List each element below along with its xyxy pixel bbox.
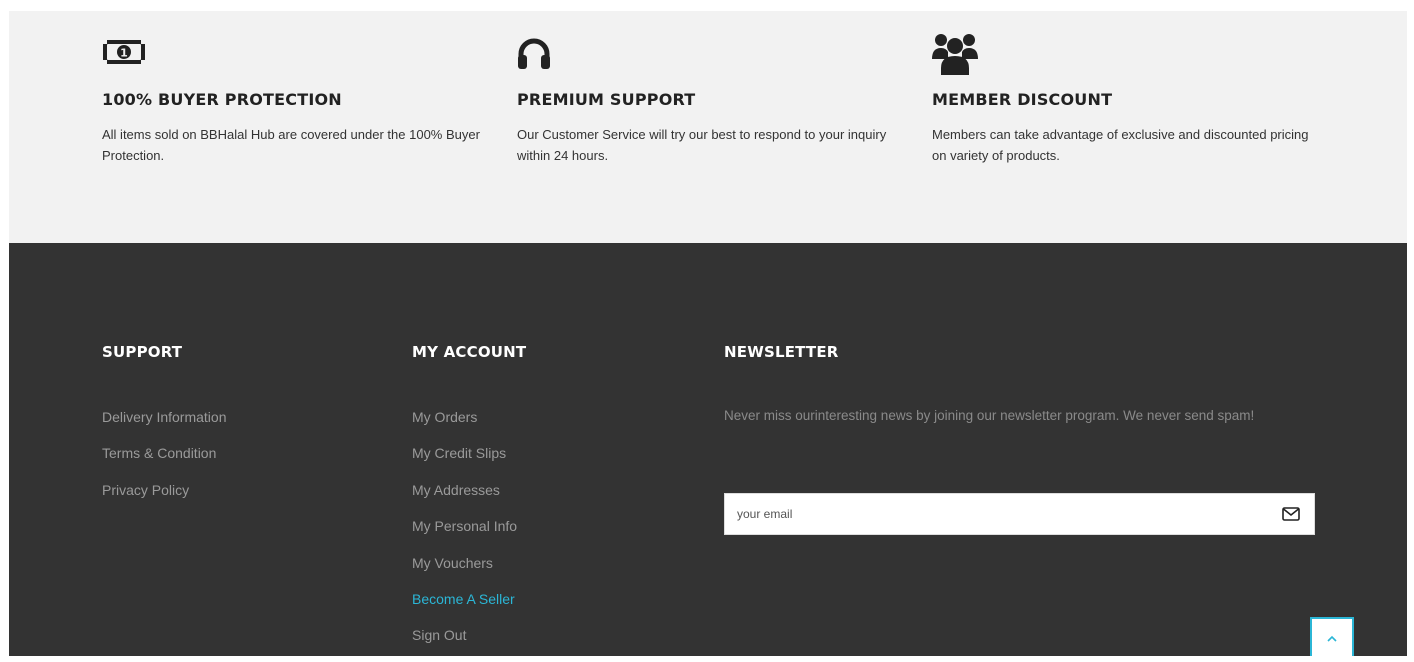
privacy-policy-link[interactable]: Privacy Policy	[102, 482, 189, 498]
envelope-icon[interactable]	[1282, 506, 1300, 522]
newsletter-form	[724, 493, 1315, 535]
list-item: My Addresses	[412, 480, 517, 516]
list-item: My Credit Slips	[412, 443, 517, 479]
money-icon: 1	[102, 37, 146, 72]
account-heading: MY ACCOUNT	[412, 343, 527, 361]
become-a-seller-link[interactable]: Become A Seller	[412, 591, 515, 607]
users-icon	[932, 31, 978, 80]
feature-text: Our Customer Service will try our best t…	[517, 127, 887, 163]
list-item: My Personal Info	[412, 516, 517, 552]
delivery-information-link[interactable]: Delivery Information	[102, 409, 227, 425]
my-orders-link[interactable]: My Orders	[412, 409, 477, 425]
my-vouchers-link[interactable]: My Vouchers	[412, 555, 493, 571]
feature-title: PREMIUM SUPPORT	[517, 90, 696, 109]
list-item: Sign Out	[412, 625, 517, 661]
features-section: 1 100% BUYER PROTECTION All items sold o…	[9, 11, 1407, 243]
sign-out-link[interactable]: Sign Out	[412, 627, 466, 643]
list-item: Terms & Condition	[102, 443, 227, 479]
feature-text: All items sold on BBHalal Hub are covere…	[102, 127, 480, 163]
footer: SUPPORT Delivery Information Terms & Con…	[9, 243, 1407, 656]
newsletter-description: Never miss ourinteresting news by joinin…	[724, 408, 1255, 423]
support-heading: SUPPORT	[102, 343, 183, 361]
email-input[interactable]	[725, 494, 1289, 534]
page: 1 100% BUYER PROTECTION All items sold o…	[9, 11, 1407, 656]
headphones-icon	[517, 37, 551, 76]
back-to-top-button[interactable]	[1310, 617, 1354, 656]
list-item: My Vouchers	[412, 553, 517, 589]
my-addresses-link[interactable]: My Addresses	[412, 482, 500, 498]
feature-title: MEMBER DISCOUNT	[932, 90, 1113, 109]
support-links: Delivery Information Terms & Condition P…	[102, 407, 227, 516]
list-item: Delivery Information	[102, 407, 227, 443]
svg-text:1: 1	[120, 47, 128, 60]
account-links: My Orders My Credit Slips My Addresses M…	[412, 407, 517, 662]
newsletter-heading: NEWSLETTER	[724, 343, 839, 361]
list-item: My Orders	[412, 407, 517, 443]
list-item: Become A Seller	[412, 589, 517, 625]
list-item: Privacy Policy	[102, 480, 227, 516]
my-credit-slips-link[interactable]: My Credit Slips	[412, 445, 506, 461]
feature-text: Members can take advantage of exclusive …	[932, 127, 1309, 163]
feature-title: 100% BUYER PROTECTION	[102, 90, 342, 109]
my-personal-info-link[interactable]: My Personal Info	[412, 518, 517, 534]
terms-condition-link[interactable]: Terms & Condition	[102, 445, 216, 461]
